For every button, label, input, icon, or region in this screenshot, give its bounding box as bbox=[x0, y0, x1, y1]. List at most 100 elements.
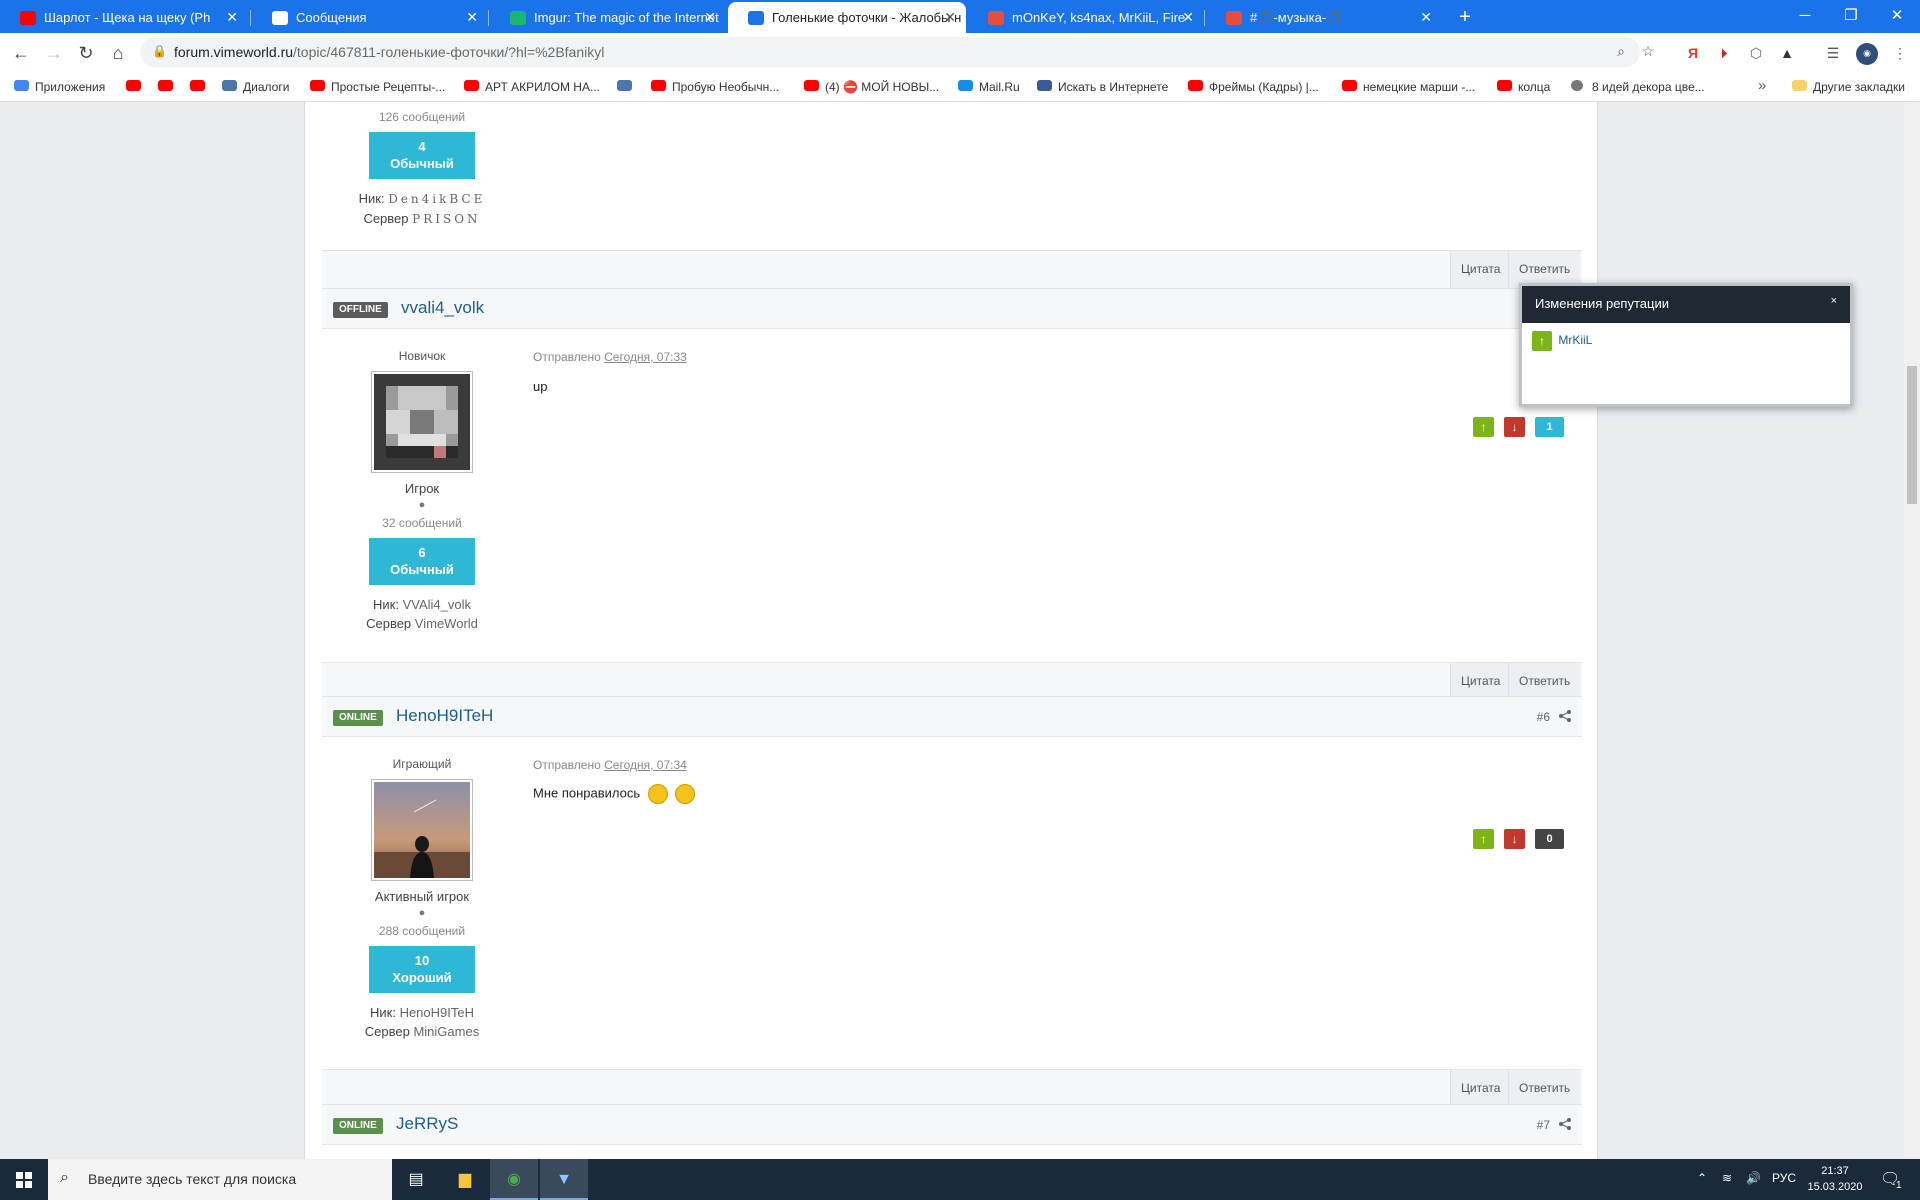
bookmark-apps[interactable]: Приложения bbox=[14, 78, 105, 96]
post-author-link[interactable]: HenoH9ITeH bbox=[396, 706, 493, 726]
new-tab-button[interactable]: + bbox=[1453, 2, 1477, 32]
tab-discord-1[interactable]: mOnKeY, ks4nax, MrKiiL, Fire ✕ bbox=[968, 2, 1204, 33]
share-icon[interactable] bbox=[1558, 1117, 1572, 1131]
forward-button[interactable]: → bbox=[40, 39, 68, 67]
explorer-button[interactable]: ▆ bbox=[441, 1159, 489, 1200]
bookmark-youtube[interactable] bbox=[158, 78, 176, 96]
reputation-count[interactable]: 1 bbox=[1535, 417, 1564, 437]
minimize-button[interactable]: ─ bbox=[1782, 0, 1828, 33]
volume-icon[interactable]: 🔊 bbox=[1746, 1171, 1761, 1185]
chrome-button[interactable]: ◉ bbox=[490, 1159, 538, 1200]
close-icon[interactable]: ✕ bbox=[226, 2, 238, 33]
window-close-button[interactable]: ✕ bbox=[1874, 0, 1920, 33]
folder-icon: ▆ bbox=[458, 1171, 472, 1188]
reputation-user-link[interactable]: MrKiiL bbox=[1558, 333, 1592, 347]
vimeworld-button[interactable]: ▼ bbox=[540, 1159, 588, 1200]
close-icon[interactable]: ✕ bbox=[704, 2, 716, 33]
reload-button[interactable]: ↻ bbox=[72, 39, 100, 67]
tab-vimeworld-active[interactable]: Голенькие фоточки - Жалобы н ✕ bbox=[728, 2, 966, 33]
extension-icon[interactable]: ⬡ bbox=[1746, 43, 1766, 63]
bookmark-dialogs[interactable]: Диалоги bbox=[222, 78, 289, 96]
vote-down-button[interactable]: ↓ bbox=[1504, 417, 1525, 437]
wifi-icon[interactable]: ≋ bbox=[1722, 1171, 1732, 1185]
bookmark-search[interactable]: Искать в Интернете bbox=[1037, 78, 1168, 96]
other-bookmarks[interactable]: Другие закладки bbox=[1792, 78, 1905, 96]
vote-down-button[interactable]: ↓ bbox=[1504, 829, 1525, 849]
quote-button[interactable]: Цитата bbox=[1450, 663, 1511, 700]
close-icon[interactable]: ✕ bbox=[1420, 2, 1432, 33]
back-button[interactable]: ← bbox=[7, 39, 35, 67]
reply-button[interactable]: Ответить bbox=[1508, 1070, 1581, 1107]
reading-list-icon[interactable]: ☰ bbox=[1823, 43, 1843, 63]
bookmark-star-icon[interactable]: ☆ bbox=[1638, 43, 1658, 61]
bookmark-decor[interactable]: 8 идей декора цве... bbox=[1571, 78, 1705, 96]
bookmark-label: Диалоги bbox=[243, 80, 290, 94]
quote-button[interactable]: Цитата bbox=[1450, 1070, 1511, 1107]
restore-button[interactable]: ❐ bbox=[1828, 0, 1874, 33]
bookmark-marches[interactable]: немецкие марши -... bbox=[1342, 78, 1475, 96]
post-header: ONLINE HenoH9ITeH #6 bbox=[322, 696, 1582, 737]
chevron-up-icon[interactable]: ⌃ bbox=[1697, 1171, 1707, 1185]
bookmark-youtube[interactable] bbox=[126, 78, 144, 96]
vimeworld-icon: ▼ bbox=[556, 1171, 572, 1188]
start-button[interactable] bbox=[0, 1159, 48, 1200]
tab-separator bbox=[250, 10, 251, 26]
bookmark-youtube[interactable] bbox=[190, 78, 208, 96]
post-number-link[interactable]: #7 bbox=[1537, 1118, 1550, 1132]
bookmark-koltsa[interactable]: колца bbox=[1497, 78, 1550, 96]
address-bar[interactable]: 🔒 forum.vimeworld.ru/topic/467811-голень… bbox=[140, 37, 1654, 67]
reputation-value: 4 bbox=[418, 139, 426, 154]
reputation-badge: 6 Обычный bbox=[369, 538, 475, 585]
bookmark-art[interactable]: АРТ АКРИЛОМ НА... bbox=[464, 78, 600, 96]
clock-date: 15.03.2020 bbox=[1807, 1181, 1863, 1193]
close-icon[interactable]: ✕ bbox=[944, 2, 956, 33]
vote-up-button[interactable]: ↑ bbox=[1473, 417, 1494, 437]
user-title: Новичок bbox=[398, 349, 446, 363]
share-icon[interactable] bbox=[1558, 709, 1572, 723]
bookmark-probuyu[interactable]: Пробую Необычн... bbox=[651, 78, 779, 96]
avatar[interactable] bbox=[371, 779, 473, 881]
bookmark-moy-novy[interactable]: (4) ⛔ МОЙ НОВЫ... bbox=[804, 78, 939, 96]
arrow-up-icon: ↑ bbox=[1480, 832, 1487, 846]
popup-close-button[interactable]: × bbox=[1831, 295, 1837, 307]
language-indicator[interactable]: РУС bbox=[1772, 1171, 1796, 1185]
tab-youtube[interactable]: Шарлот - Щека на щеку (Ph ✕ bbox=[0, 2, 248, 33]
reputation-count[interactable]: 0 bbox=[1535, 829, 1564, 849]
close-icon[interactable]: ✕ bbox=[1182, 2, 1194, 33]
post-number-link[interactable]: #6 bbox=[1537, 710, 1550, 724]
scrollbar-thumb[interactable] bbox=[1907, 366, 1917, 504]
bookmark-recipes[interactable]: Простые Рецепты-... bbox=[310, 78, 445, 96]
reply-button[interactable]: Ответить bbox=[1508, 663, 1581, 700]
record-icon[interactable]: ⏵ bbox=[1714, 43, 1734, 63]
task-view-button[interactable]: ▤ bbox=[392, 1159, 440, 1200]
post-author-link[interactable]: JeRRyS bbox=[396, 1114, 458, 1134]
bookmark-vk[interactable] bbox=[617, 78, 635, 96]
avatar[interactable]: ◉ bbox=[1856, 43, 1878, 65]
yandex-icon[interactable]: Я bbox=[1683, 43, 1703, 63]
vote-up-button[interactable]: ↑ bbox=[1473, 829, 1494, 849]
browser-toolbar: ← → ↻ ⌂ 🔒 forum.vimeworld.ru/topic/46781… bbox=[0, 33, 1920, 72]
post-author-link[interactable]: vvali4_volk bbox=[401, 298, 484, 318]
quote-button[interactable]: Цитата bbox=[1450, 251, 1511, 288]
page-scrollbar[interactable] bbox=[1904, 102, 1920, 1159]
tab-imgur[interactable]: Imgur: The magic of the Internet ✕ bbox=[490, 2, 726, 33]
user-title: Играющий bbox=[392, 757, 452, 771]
avatar[interactable] bbox=[371, 371, 473, 473]
arrow-up-icon: ↑ bbox=[1480, 420, 1487, 434]
menu-icon[interactable]: ⋮ bbox=[1890, 43, 1910, 63]
zoom-icon[interactable]: ⌕ bbox=[1611, 43, 1631, 61]
tab-discord-2[interactable]: #🎵-музыка-🎵 ✕ bbox=[1206, 2, 1442, 33]
bookmark-frames[interactable]: Фреймы (Кадры) |... bbox=[1188, 78, 1319, 96]
bookmarks-bar: Приложения Диалоги Простые Рецепты-... А… bbox=[0, 72, 1920, 102]
clock[interactable]: 21:37 15.03.2020 bbox=[1800, 1163, 1870, 1195]
bookmark-label: 8 идей декора цве... bbox=[1592, 80, 1705, 94]
youtube-icon bbox=[464, 80, 479, 91]
bookmark-mailru[interactable]: Mail.Ru bbox=[958, 78, 1020, 96]
home-button[interactable]: ⌂ bbox=[104, 39, 132, 67]
taskbar-search[interactable]: ⌕ Введите здесь текст для поиска bbox=[48, 1159, 392, 1200]
tab-messages[interactable]: Сообщения ✕ bbox=[252, 2, 488, 33]
bookmarks-more-button[interactable]: » bbox=[1758, 77, 1766, 94]
close-icon[interactable]: ✕ bbox=[466, 2, 478, 33]
tab-separator bbox=[1204, 10, 1205, 26]
vpn-icon[interactable]: ▲ bbox=[1777, 43, 1797, 63]
